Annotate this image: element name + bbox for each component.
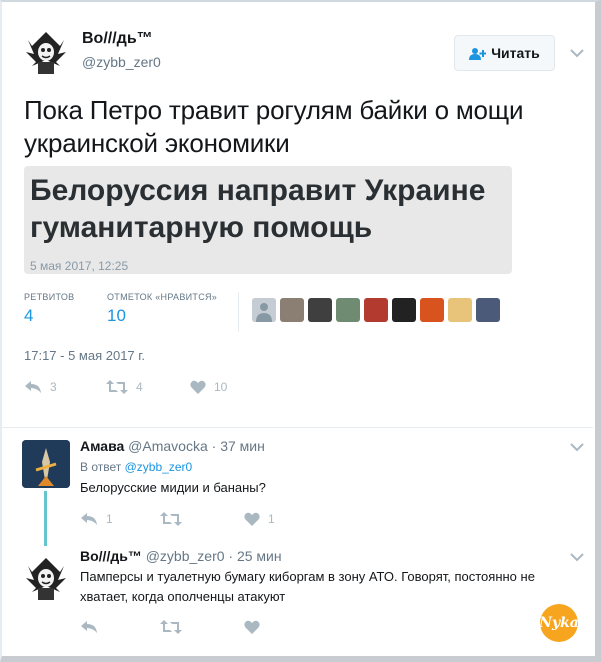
like-action[interactable]: 10: [190, 380, 227, 394]
reply-action[interactable]: 3: [24, 380, 57, 394]
quoted-article-title: Белоруссия направит Украине гуманитарную…: [30, 174, 486, 244]
like-action[interactable]: [244, 620, 268, 634]
retweet-action[interactable]: [160, 512, 190, 526]
reply-tweet: Амава @Amavocka · 37 мин В ответ @zybb_z…: [2, 428, 593, 546]
reply-time[interactable]: · 37 мин: [212, 438, 265, 454]
reply-text: Белорусские мидии и бананы?: [80, 480, 266, 495]
liker-avatar[interactable]: [336, 298, 360, 322]
reply-icon: [81, 513, 97, 525]
main-tweet: Во///дь™ @zybb_zer0 Читать Пока Петро тр…: [2, 2, 593, 428]
thread-connector-line: [44, 491, 47, 546]
liker-avatar[interactable]: [364, 298, 388, 322]
add-user-icon: [469, 47, 487, 60]
retweet-action[interactable]: [160, 620, 190, 634]
follow-button[interactable]: Читать: [454, 35, 555, 71]
author-name[interactable]: Во///дь™: [82, 30, 153, 48]
likes-count[interactable]: 10: [107, 306, 126, 326]
quoted-article-card[interactable]: Белоруссия направит Украине гуманитарную…: [24, 166, 512, 274]
heart-icon: [244, 512, 260, 526]
reply-time[interactable]: · 25 мин: [228, 548, 281, 564]
figure-avatar-icon: [22, 440, 70, 488]
reply-author-handle[interactable]: @zybb_zer0: [146, 548, 225, 564]
retweet-action[interactable]: 4: [106, 380, 143, 394]
stats-divider: [238, 292, 239, 332]
reply-header: Во///дь™ @zybb_zer0 · 25 мин: [80, 548, 282, 564]
reply-author-handle[interactable]: @Amavocka: [128, 438, 208, 454]
watermark-badge: Nyka: [539, 604, 579, 642]
liker-avatar[interactable]: [280, 298, 304, 322]
reply-text-line-1: Памперсы и туалетную бумагу киборгам в з…: [80, 569, 535, 584]
reply-author-name[interactable]: Во///дь™: [80, 548, 142, 564]
quoted-article-date: 5 мая 2017, 12:25: [30, 259, 129, 273]
reply-count: 3: [50, 380, 57, 394]
heart-icon: [244, 620, 260, 634]
reply-icon: [25, 381, 41, 393]
retweets-label: РЕТВИТОВ: [24, 292, 75, 302]
reply-to-line: В ответ @zybb_zer0: [80, 460, 192, 474]
retweet-icon: [160, 512, 182, 526]
reply-to-prefix: В ответ: [80, 460, 122, 474]
liker-avatar[interactable]: [448, 298, 472, 322]
reply-count: 1: [106, 512, 113, 526]
retweets-count[interactable]: 4: [24, 306, 33, 326]
follow-button-label: Читать: [491, 45, 540, 61]
like-count: 10: [214, 380, 228, 394]
chevron-down-icon[interactable]: [570, 552, 584, 562]
reply-to-handle[interactable]: @zybb_zer0: [125, 460, 193, 474]
skull-headdress-avatar-icon: [22, 552, 70, 600]
reply-tweet: Во///дь™ @zybb_zer0 · 25 мин Памперсы и …: [2, 546, 593, 654]
likes-label: ОТМЕТОК «НРАВИТСЯ»: [107, 292, 218, 302]
like-action[interactable]: 1: [244, 512, 275, 526]
reply-action[interactable]: [80, 620, 106, 634]
retweet-icon: [160, 620, 182, 634]
liker-avatar[interactable]: [420, 298, 444, 322]
liker-avatar[interactable]: [476, 298, 500, 322]
heart-icon: [190, 380, 206, 394]
like-count: 1: [268, 512, 275, 526]
liker-avatar[interactable]: [252, 298, 276, 322]
likers-avatar-row: [252, 298, 500, 322]
retweet-count: 4: [136, 380, 143, 394]
author-handle[interactable]: @zybb_zer0: [82, 54, 161, 70]
tweet-timestamp[interactable]: 17:17 - 5 мая 2017 г.: [24, 348, 145, 363]
chevron-down-icon[interactable]: [570, 442, 584, 452]
liker-avatar[interactable]: [392, 298, 416, 322]
reply-header: Амава @Amavocka · 37 мин: [80, 438, 265, 454]
reply-icon: [81, 621, 97, 633]
skull-headdress-avatar-icon: [22, 26, 70, 74]
retweet-icon: [106, 380, 128, 394]
reply-author-avatar[interactable]: [22, 440, 70, 488]
default-user-icon: [252, 298, 276, 322]
chevron-down-icon[interactable]: [570, 48, 584, 58]
liker-avatar[interactable]: [308, 298, 332, 322]
author-avatar[interactable]: [22, 26, 70, 74]
reply-action[interactable]: 1: [80, 512, 113, 526]
reply-author-name[interactable]: Амава: [80, 438, 124, 454]
reply-text-line-2: хватает, когда ополченцы атакуют: [80, 589, 286, 604]
reply-author-avatar[interactable]: [22, 552, 70, 600]
tweet-text: Пока Петро травит рогулям байки о мощи у…: [24, 95, 524, 158]
